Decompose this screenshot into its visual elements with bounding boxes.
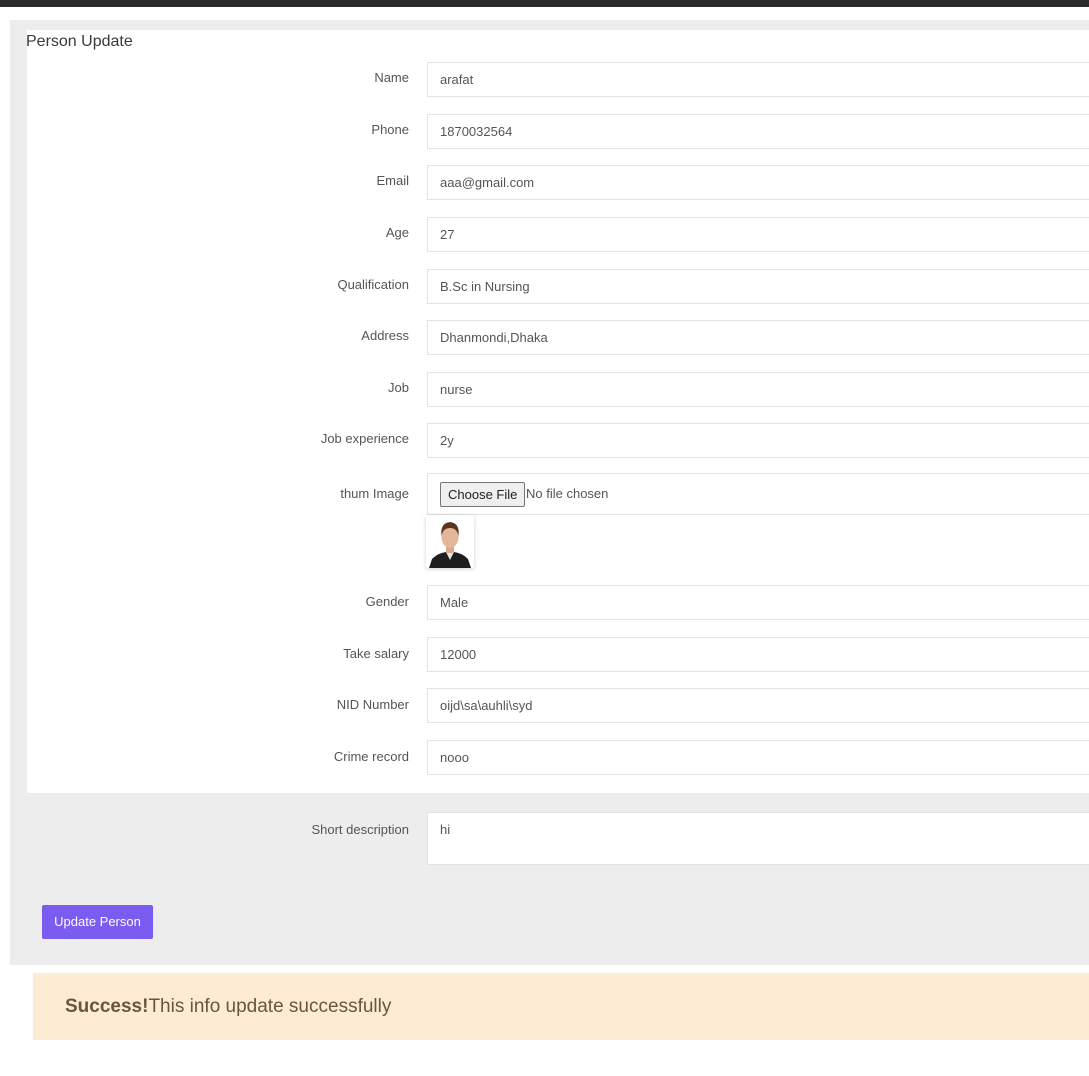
person-photo-icon xyxy=(426,515,474,568)
crime-record-field[interactable]: nooo xyxy=(427,740,1089,775)
job-experience-label: Job experience xyxy=(320,431,409,446)
nid-number-field[interactable]: oijd\sa\auhli\syd xyxy=(427,688,1089,723)
choose-file-button[interactable]: Choose File xyxy=(440,482,526,507)
thumb-image-label: thum Image xyxy=(340,486,409,501)
gender-label: Gender xyxy=(365,594,409,609)
phone-field[interactable]: 1870032564 xyxy=(427,114,1089,149)
take-salary-label: Take salary xyxy=(343,646,409,661)
file-status-text: No file chosen xyxy=(526,486,609,501)
age-label: Age xyxy=(385,225,409,240)
crime-record-label: Crime record xyxy=(333,749,409,764)
nid-number-label: NID Number xyxy=(336,697,409,712)
update-person-button[interactable]: Update Person xyxy=(42,905,153,939)
person-thumbnail xyxy=(426,515,474,568)
qualification-label: Qualification xyxy=(337,277,409,292)
email-field[interactable]: aaa@gmail.com xyxy=(427,165,1089,200)
page-title: Person Update xyxy=(26,33,133,50)
email-label: Email xyxy=(376,173,409,188)
qualification-field[interactable]: B.Sc in Nursing xyxy=(427,269,1089,304)
name-field[interactable]: arafat xyxy=(427,62,1089,97)
job-experience-field[interactable]: 2y xyxy=(427,423,1089,458)
top-bar xyxy=(0,0,1089,7)
phone-label: Phone xyxy=(371,122,409,137)
job-field[interactable]: nurse xyxy=(427,372,1089,407)
success-alert: Success!This info update successfully xyxy=(33,973,1089,1040)
alert-title: Success! xyxy=(65,996,149,1017)
short-description-label: Short description xyxy=(311,822,409,837)
address-label: Address xyxy=(361,328,409,343)
gender-field[interactable]: Male xyxy=(427,585,1089,620)
thumb-image-input: Choose File No file chosen xyxy=(427,473,1089,515)
alert-message: This info update successfully xyxy=(148,996,392,1017)
age-field[interactable]: 27 xyxy=(427,217,1089,252)
short-description-textarea[interactable]: hi xyxy=(427,812,1089,865)
job-label: Job xyxy=(388,380,409,395)
name-label: Name xyxy=(374,70,409,85)
address-field[interactable]: Dhanmondi,Dhaka xyxy=(427,320,1089,355)
take-salary-field[interactable]: 12000 xyxy=(427,637,1089,672)
